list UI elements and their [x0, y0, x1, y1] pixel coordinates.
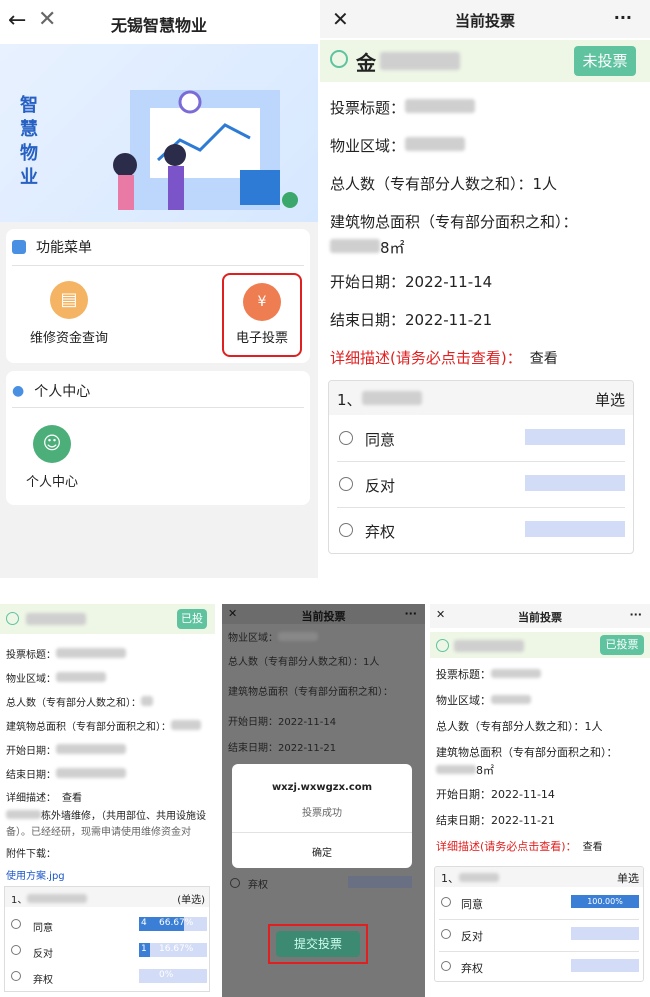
question-card: 1、 (单选) 同意 4 66.67% 反对 1 16.67% 弃权 0%	[4, 886, 210, 992]
option-oppose[interactable]: 反对	[337, 471, 627, 499]
attachment-link[interactable]: 使用方案.jpg	[6, 871, 65, 882]
result-row-abstain: 弃权 0%	[9, 969, 209, 986]
question-card: 1、 单选 同意 反对 弃权	[328, 380, 634, 554]
more-icon[interactable]: ···	[614, 8, 632, 27]
page-title: 当前投票	[454, 12, 515, 30]
radio-oppose[interactable]	[339, 477, 353, 491]
option-bar	[525, 429, 625, 445]
panel-current-vote: ✕ 当前投票 ··· 金 未投票 投票标题： 物业区域： 总人数（专有部分人数之…	[320, 0, 650, 578]
question-card: 1、 单选 同意 100.00% 反对 弃权	[434, 866, 644, 982]
radio-agree[interactable]	[11, 919, 21, 929]
panel-vote-success: ✕ 当前投票 ··· 物业区域： 总人数（专有部分人数之和）：1人 建筑物总面积…	[222, 604, 425, 997]
radio-oppose[interactable]	[441, 929, 451, 939]
menu-title: 功能菜单	[36, 240, 92, 256]
building-value: 8㎡	[330, 238, 405, 258]
function-menu-card: 功能菜单 ▤ 维修资金查询 ¥ 电子投票	[6, 229, 310, 363]
panel-voted: ✕ 当前投票 ··· 已投票 投票标题： 物业区域： 总人数（专有部分人数之和）…	[430, 604, 650, 997]
option-agree[interactable]: 同意	[337, 425, 627, 453]
collapse-icon[interactable]	[6, 612, 19, 625]
status-not-voted-button[interactable]: 未投票	[574, 46, 636, 76]
radio-abstain[interactable]	[441, 961, 451, 971]
radio-agree[interactable]	[339, 431, 353, 445]
detail-row: 详细描述(请务必点击查看)： 查看	[330, 349, 558, 367]
collapse-icon[interactable]	[330, 50, 348, 68]
option-bar	[525, 521, 625, 537]
question-header: 1、 单选	[329, 381, 633, 415]
money-bag-icon: ¥	[243, 283, 281, 321]
result-row-oppose: 反对	[439, 927, 641, 943]
building-row: 建筑物总面积（专有部分面积之和）：	[330, 213, 578, 231]
question-type: 单选	[594, 391, 625, 409]
more-icon[interactable]: ···	[629, 608, 642, 621]
vote-header: 金 未投票	[320, 40, 650, 82]
vote-header: 已投	[0, 604, 215, 634]
banner: 智慧物业	[0, 44, 318, 222]
people-row: 总人数（专有部分人数之和）：1人	[330, 175, 558, 193]
vote-name: 金	[356, 47, 460, 76]
status-voted-button[interactable]: 已投	[177, 609, 207, 629]
result-row-agree: 同意 4 66.67%	[9, 917, 209, 934]
detail-view-link[interactable]: 查看	[62, 793, 82, 804]
user-avatar-icon: ☺	[33, 425, 71, 463]
more-icon[interactable]: ···	[404, 607, 417, 620]
area-row: 物业区域：	[330, 136, 466, 156]
banner-illustration	[113, 90, 298, 210]
radio-agree[interactable]	[441, 897, 451, 907]
radio-abstain[interactable]	[339, 523, 353, 537]
result-row-abstain: 弃权	[439, 959, 641, 975]
result-row-agree: 同意 100.00%	[439, 895, 641, 911]
menu-item-personal-center[interactable]: ☺ 个人中心	[12, 425, 92, 490]
radio-abstain[interactable]	[230, 878, 240, 888]
menu-item-repair-fund[interactable]: ▤ 维修资金查询	[14, 281, 124, 346]
radio-abstain[interactable]	[11, 971, 21, 981]
clipboard-icon: ▤	[50, 281, 88, 319]
page-title: 无锡智慧物业	[110, 16, 207, 35]
start-date-row: 开始日期：2022-11-14	[330, 273, 493, 291]
banner-text: 智慧物业	[20, 95, 38, 188]
menu-header: 功能菜单	[12, 237, 92, 257]
success-dialog: wxzj.wxwgzx.com 投票成功 确定	[232, 764, 412, 868]
collapse-icon[interactable]	[436, 639, 449, 652]
radio-oppose[interactable]	[11, 945, 21, 955]
panel-home: ← ✕ 无锡智慧物业 智慧物业 功能菜单 ▤ 维修资金查询 ¥ 电子投票 ● 个…	[0, 0, 318, 578]
submit-vote-button[interactable]: 提交投票	[276, 931, 360, 957]
option-bar	[525, 475, 625, 491]
person-icon: ●	[12, 383, 25, 399]
personal-header: ● 个人中心	[12, 383, 91, 400]
nav-bar: ← ✕ 无锡智慧物业	[0, 0, 318, 44]
vote-title-row: 投票标题：	[330, 98, 476, 118]
personal-center-card: ● 个人中心 ☺ 个人中心	[6, 371, 310, 505]
detail-view-link[interactable]: 查看	[583, 842, 603, 853]
nav-bar: ✕ 当前投票 ···	[320, 0, 650, 38]
result-row-oppose: 反对 1 16.67%	[9, 943, 209, 960]
submit-vote-highlight: 提交投票	[268, 924, 368, 964]
detail-view-link[interactable]: 查看	[530, 351, 558, 367]
panel-vote-results: 已投 投票标题： 物业区域： 总人数（专有部分人数之和）： 建筑物总面积（专有部…	[0, 604, 215, 997]
status-voted-button[interactable]: 已投票	[600, 635, 644, 655]
grid-icon	[12, 240, 26, 254]
option-abstain[interactable]: 弃权	[337, 517, 627, 545]
dialog-confirm-button[interactable]: 确定	[232, 844, 412, 859]
menu-item-e-vote[interactable]: ¥ 电子投票	[222, 273, 302, 357]
end-date-row: 结束日期：2022-11-21	[330, 311, 493, 329]
